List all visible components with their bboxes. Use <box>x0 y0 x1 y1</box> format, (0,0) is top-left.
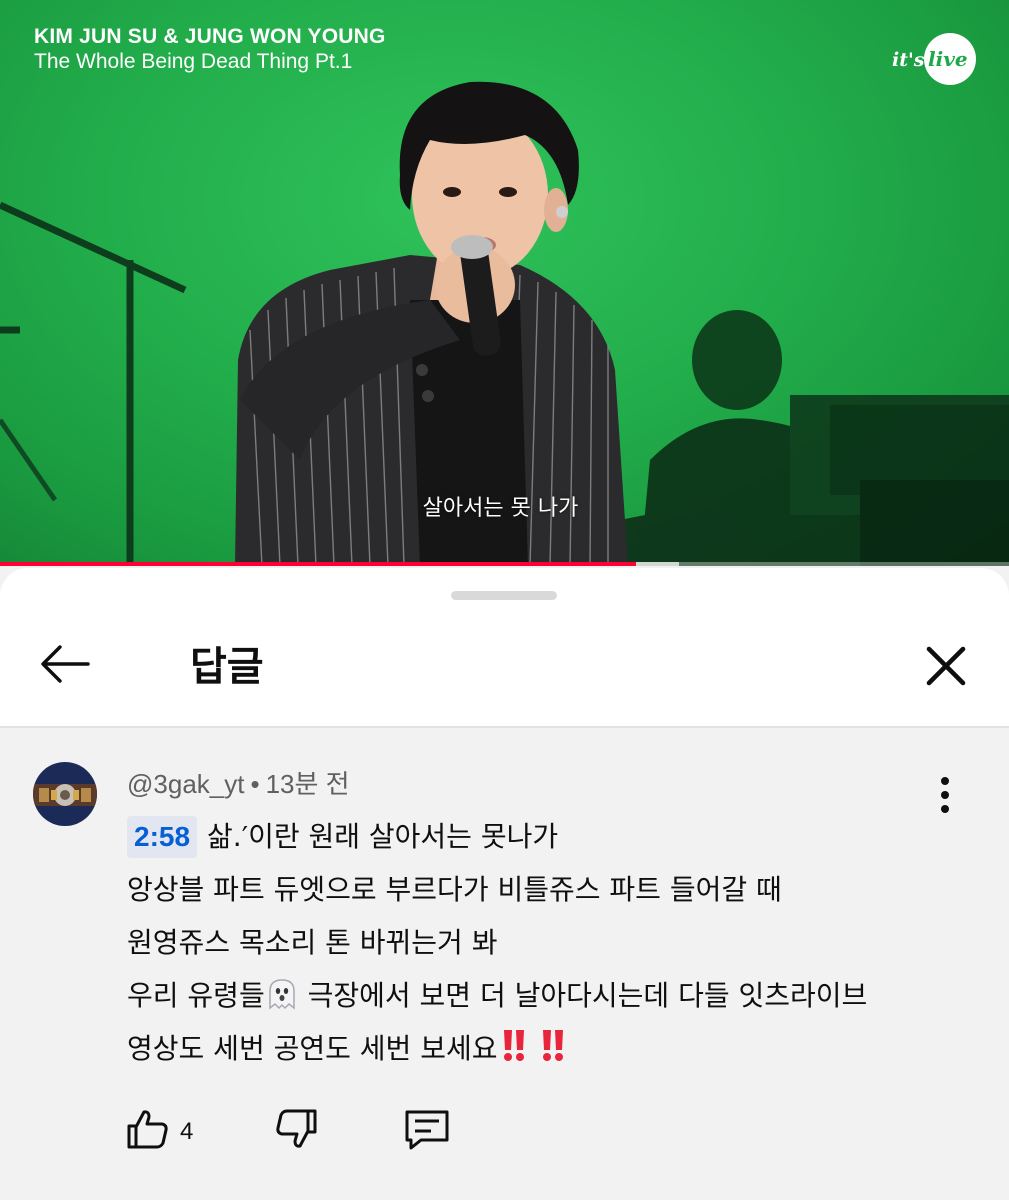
comment-line-text: 삶.′이란 원래 살아서는 못나가 <box>207 820 559 853</box>
back-button[interactable] <box>36 638 94 690</box>
reply-icon <box>405 1110 449 1150</box>
comment-time: 13분 전 <box>265 769 350 799</box>
video-title-artists: KIM JUN SU & JUNG WON YOUNG <box>34 25 386 48</box>
svg-text:it's: it's <box>892 49 925 71</box>
arrow-left-icon <box>41 645 90 683</box>
video-progress-bar[interactable] <box>0 562 1009 566</box>
comment-line: 2:58 삶.′이란 원래 살아서는 못나가 <box>127 810 987 863</box>
comment-line: 영상도 세번 공연도 세번 보세요 <box>127 1022 987 1075</box>
comment-meta: @3gak_yt • 13분 전 <box>127 764 350 801</box>
avatar[interactable] <box>33 762 97 826</box>
video-title-song: The Whole Being Dead Thing Pt.1 <box>34 50 353 73</box>
avatar-image <box>33 762 97 826</box>
like-button[interactable] <box>125 1106 171 1156</box>
meta-separator: • <box>250 769 260 799</box>
background-musician <box>600 310 1009 566</box>
thumbs-up-icon <box>127 1110 168 1149</box>
close-button[interactable] <box>922 642 970 690</box>
comment-line-text: 영상도 세번 공연도 세번 보세요 <box>127 1032 498 1065</box>
svg-text:live: live <box>928 47 968 71</box>
double-exclamation-emoji <box>504 1030 564 1061</box>
video-subtitle: 살아서는 못 나가 <box>422 496 579 521</box>
close-icon <box>926 646 966 686</box>
video-player[interactable]: KIM JUN SU & JUNG WON YOUNG The Whole Be… <box>0 0 1009 566</box>
reply-button[interactable] <box>403 1106 451 1156</box>
ghost-emoji <box>268 979 295 1010</box>
dislike-button[interactable] <box>273 1106 319 1156</box>
comment-line: 우리 유령들 극장에서 보면 더 날아다시는데 다들 잇츠라이브 <box>127 969 987 1022</box>
timestamp-link[interactable]: 2:58 <box>127 816 198 858</box>
comment-line-text: 극장에서 보면 더 날아다시는데 다들 잇츠라이브 <box>298 979 868 1012</box>
app-root: KIM JUN SU & JUNG WON YOUNG The Whole Be… <box>0 0 1009 1200</box>
replies-sheet: 답글 @3gak_yt • 13분 전 2:58 삶.′이란 원래 살아서는 못… <box>0 568 1009 1200</box>
comment-line: 앙상블 파트 듀엣으로 부르다가 비틀쥬스 파트 들어갈 때 <box>127 863 987 916</box>
comment-line-text: 앙상블 파트 듀엣으로 부르다가 비틀쥬스 파트 들어갈 때 <box>127 873 782 906</box>
like-count: 4 <box>180 1118 194 1145</box>
its-live-logo: it's live <box>892 33 976 85</box>
sheet-header: 답글 <box>0 568 1009 728</box>
comment-line-text: 우리 유령들 <box>127 979 265 1012</box>
comment-line: 원영쥬스 목소리 톤 바뀌는거 봐 <box>127 916 987 969</box>
comment-author[interactable]: @3gak_yt <box>127 769 244 799</box>
thumbs-down-icon <box>276 1109 317 1148</box>
sheet-title: 답글 <box>190 644 264 690</box>
comment-line-text: 원영쥬스 목소리 톤 바뀌는거 봐 <box>127 926 498 959</box>
video-frame <box>0 81 1009 566</box>
comment-text: 2:58 삶.′이란 원래 살아서는 못나가 앙상블 파트 듀엣으로 부르다가 비… <box>127 810 987 1075</box>
progress-played <box>0 562 636 566</box>
drag-handle[interactable] <box>451 591 557 600</box>
